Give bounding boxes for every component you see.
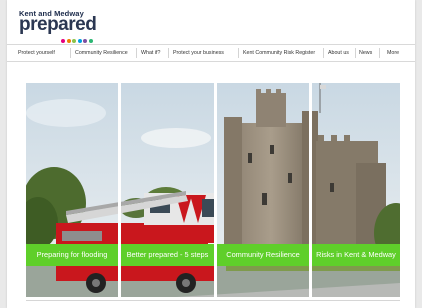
nav-divider [355, 48, 356, 58]
nav-item-kent-community-risk-register[interactable]: Kent Community Risk Register [243, 45, 315, 61]
nav-item-what-if[interactable]: What if? [141, 45, 160, 61]
content-divider [26, 300, 400, 301]
panel-link-preparing-for-flooding[interactable]: Preparing for flooding [26, 244, 118, 266]
logo-dot [88, 39, 93, 43]
nav-divider [238, 48, 239, 58]
nav-divider [168, 48, 169, 58]
logo-dot [77, 39, 82, 43]
logo-dot [83, 39, 87, 43]
logo-dot [66, 39, 71, 43]
panel-link-risks-in-kent-medway[interactable]: Risks in Kent & Medway [312, 244, 400, 266]
site-logo[interactable]: Kent and Medway prepared [19, 9, 139, 43]
hero-banner: Preparing for flooding Better prepared -… [26, 83, 400, 297]
nav-divider [70, 48, 71, 58]
page: Kent and Medway prepared Protect yoursel… [7, 0, 415, 308]
logo-dot [61, 39, 65, 43]
nav-item-more[interactable]: More [387, 45, 399, 61]
panel-link-community-resilience[interactable]: Community Resilience [217, 244, 309, 266]
nav-item-protect-your-business[interactable]: Protect your business [173, 45, 224, 61]
nav-item-news[interactable]: News [359, 45, 372, 61]
logo-line-2: prepared [19, 14, 97, 35]
nav-divider [379, 48, 380, 58]
nav-item-community-resilience[interactable]: Community Resilience [75, 45, 128, 61]
main-navigation: Protect yourself Community Resilience Wh… [7, 44, 415, 62]
nav-divider [323, 48, 324, 58]
nav-divider [136, 48, 137, 58]
panel-link-better-prepared[interactable]: Better prepared - 5 steps [121, 244, 214, 266]
nav-item-protect-yourself[interactable]: Protect yourself [18, 45, 55, 61]
logo-dot [72, 39, 76, 43]
nav-item-about-us[interactable]: About us [328, 45, 349, 61]
